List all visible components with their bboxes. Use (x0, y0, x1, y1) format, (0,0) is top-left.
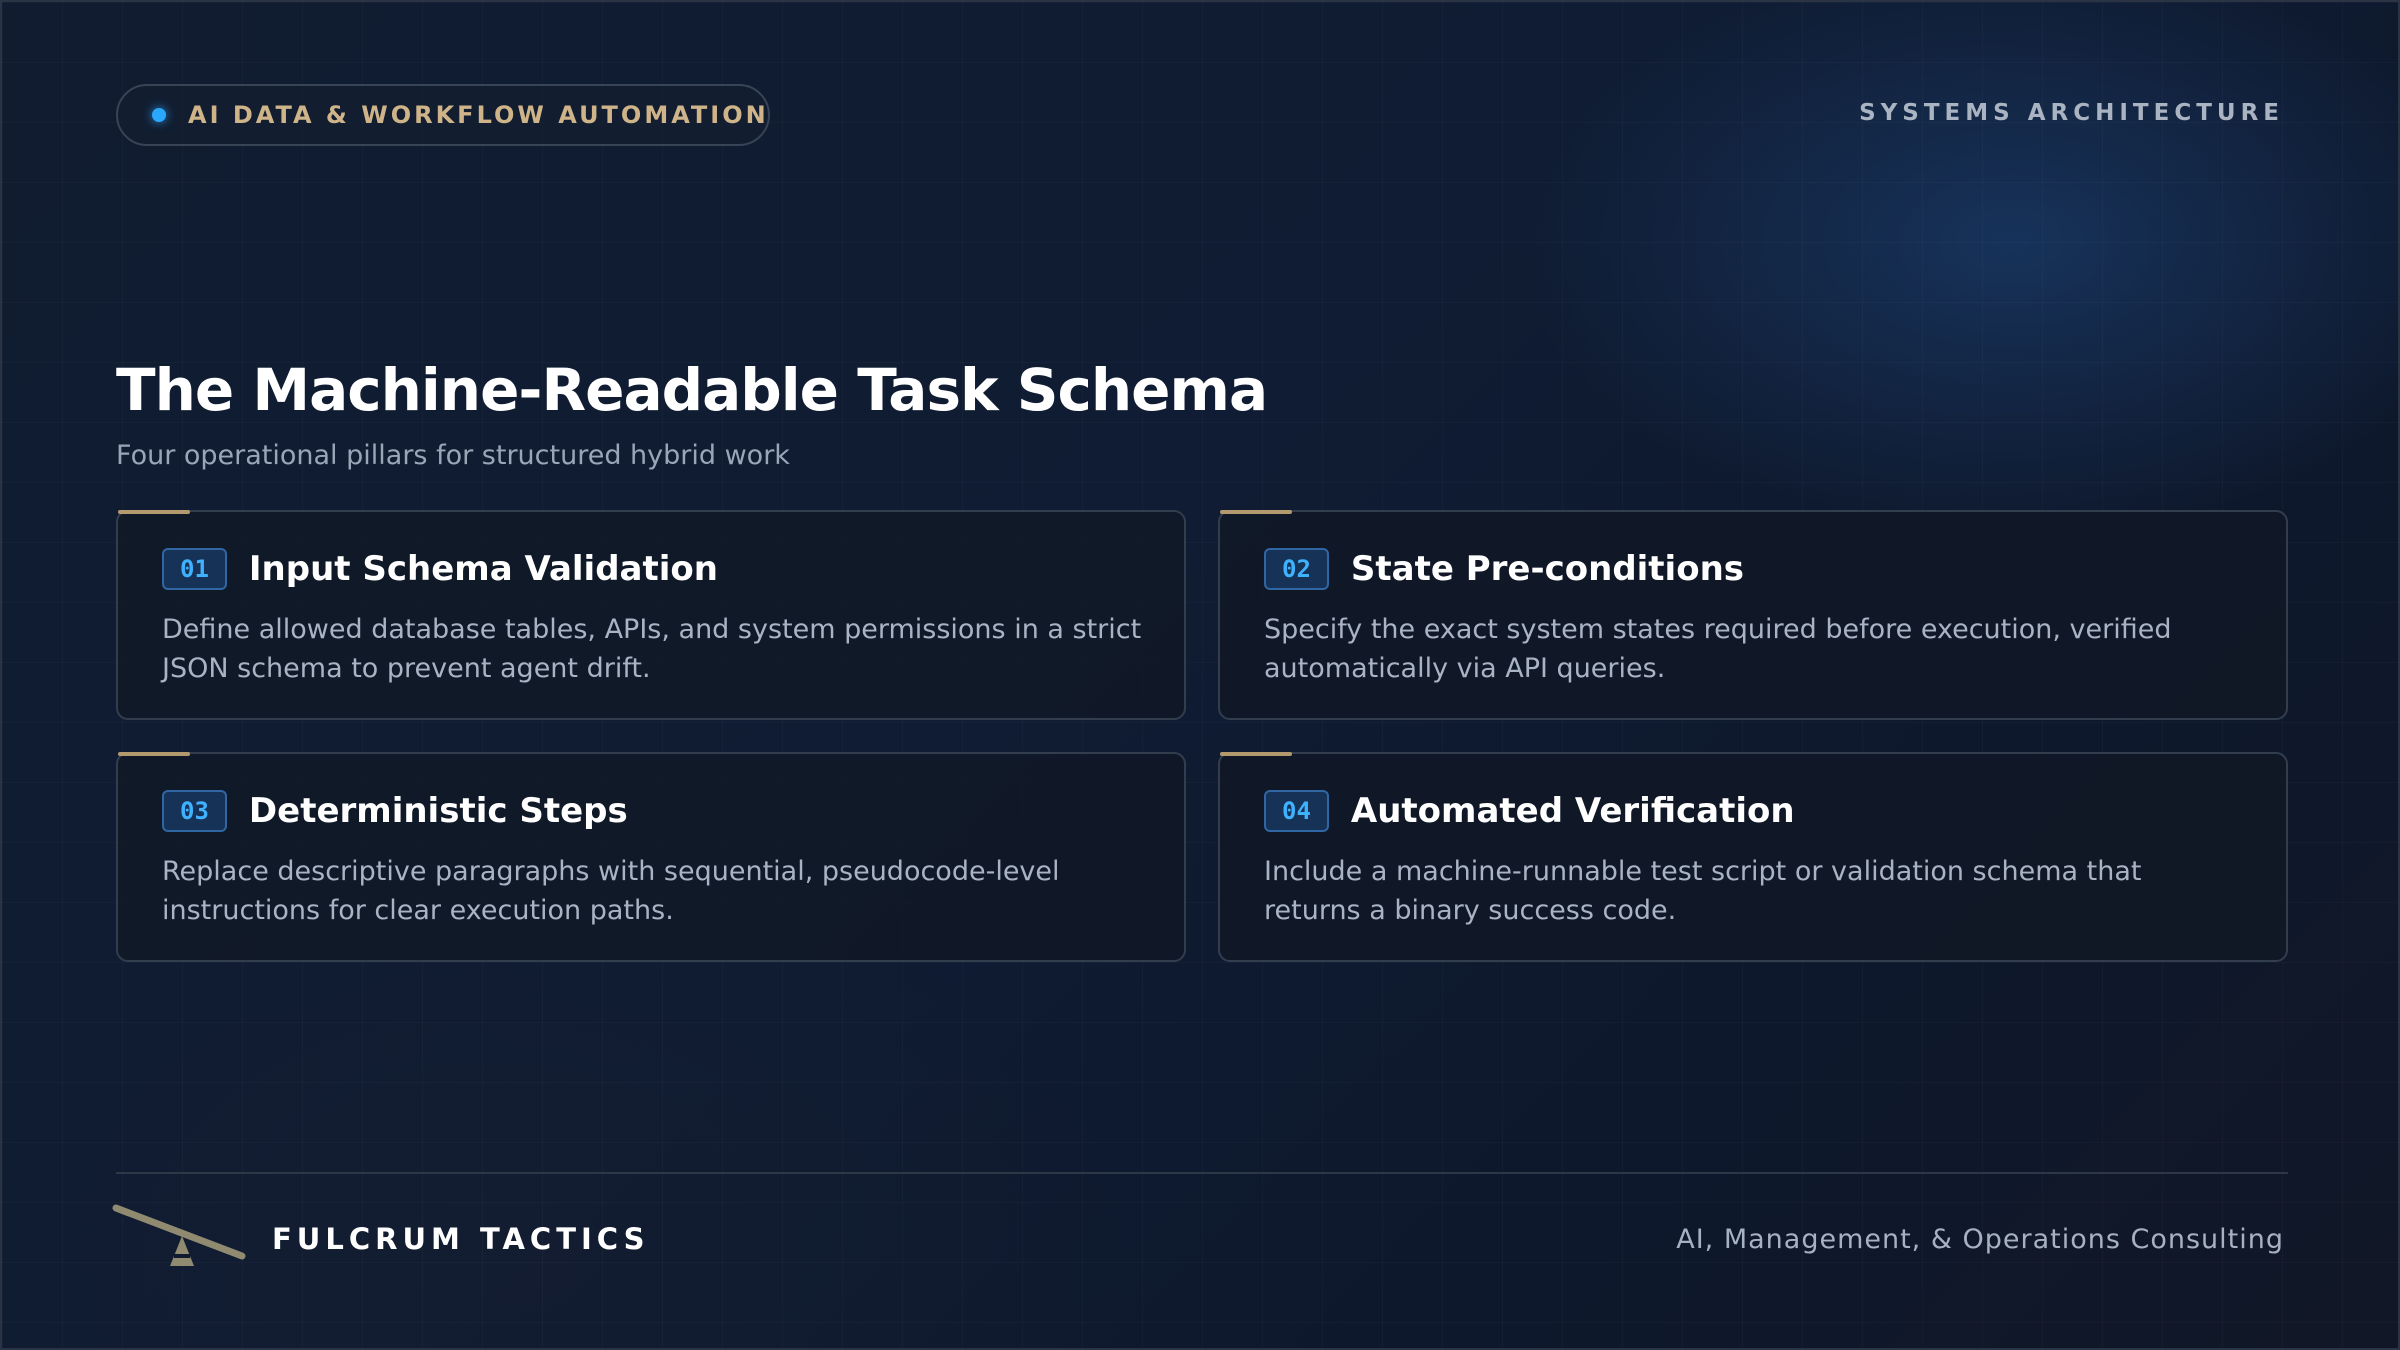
card-title: Input Schema Validation (248, 549, 718, 589)
pillar-card-1: 01 Input Schema Validation Define allowe… (116, 510, 1186, 720)
card-accent-bar (118, 510, 190, 514)
status-dot-icon (152, 108, 166, 122)
category-badge-label: AI DATA & WORKFLOW AUTOMATION (188, 101, 769, 129)
card-title: Automated Verification (1350, 791, 1795, 831)
card-header: 03 Deterministic Steps (162, 790, 628, 832)
card-accent-bar (1220, 510, 1292, 514)
pillar-card-2: 02 State Pre-conditions Specify the exac… (1218, 510, 2288, 720)
card-number-badge: 02 (1264, 548, 1329, 590)
pillar-card-4: 04 Automated Verification Include a mach… (1218, 752, 2288, 962)
page-subtitle: Four operational pillars for structured … (116, 440, 790, 471)
brand-tagline: AI, Management, & Operations Consulting (1676, 1224, 2284, 1255)
card-description: Specify the exact system states required… (1264, 614, 2172, 684)
card-number-badge: 04 (1264, 790, 1329, 832)
card-title: State Pre-conditions (1350, 549, 1745, 589)
card-header: 04 Automated Verification (1264, 790, 1795, 832)
card-accent-bar (1220, 752, 1292, 756)
page-title: The Machine-Readable Task Schema (116, 356, 1268, 424)
slide: AI DATA & WORKFLOW AUTOMATION SYSTEMS AR… (0, 0, 2400, 1350)
card-header: 02 State Pre-conditions (1264, 548, 1744, 590)
card-description: Define allowed database tables, APIs, an… (162, 614, 1142, 684)
brand-name: FULCRUM TACTICS (272, 1222, 650, 1256)
card-header: 01 Input Schema Validation (162, 548, 718, 590)
fulcrum-lever-icon (112, 1204, 246, 1266)
footer-divider (116, 1172, 2288, 1174)
pillar-card-3: 03 Deterministic Steps Replace descripti… (116, 752, 1186, 962)
card-number-badge: 03 (162, 790, 227, 832)
card-number-badge: 01 (162, 548, 227, 590)
card-title: Deterministic Steps (248, 791, 628, 831)
card-description: Include a machine-runnable test script o… (1264, 856, 2142, 926)
card-accent-bar (118, 752, 190, 756)
category-badge: AI DATA & WORKFLOW AUTOMATION (116, 84, 770, 146)
section-label: SYSTEMS ARCHITECTURE (1859, 100, 2284, 126)
card-description: Replace descriptive paragraphs with sequ… (162, 856, 1060, 926)
